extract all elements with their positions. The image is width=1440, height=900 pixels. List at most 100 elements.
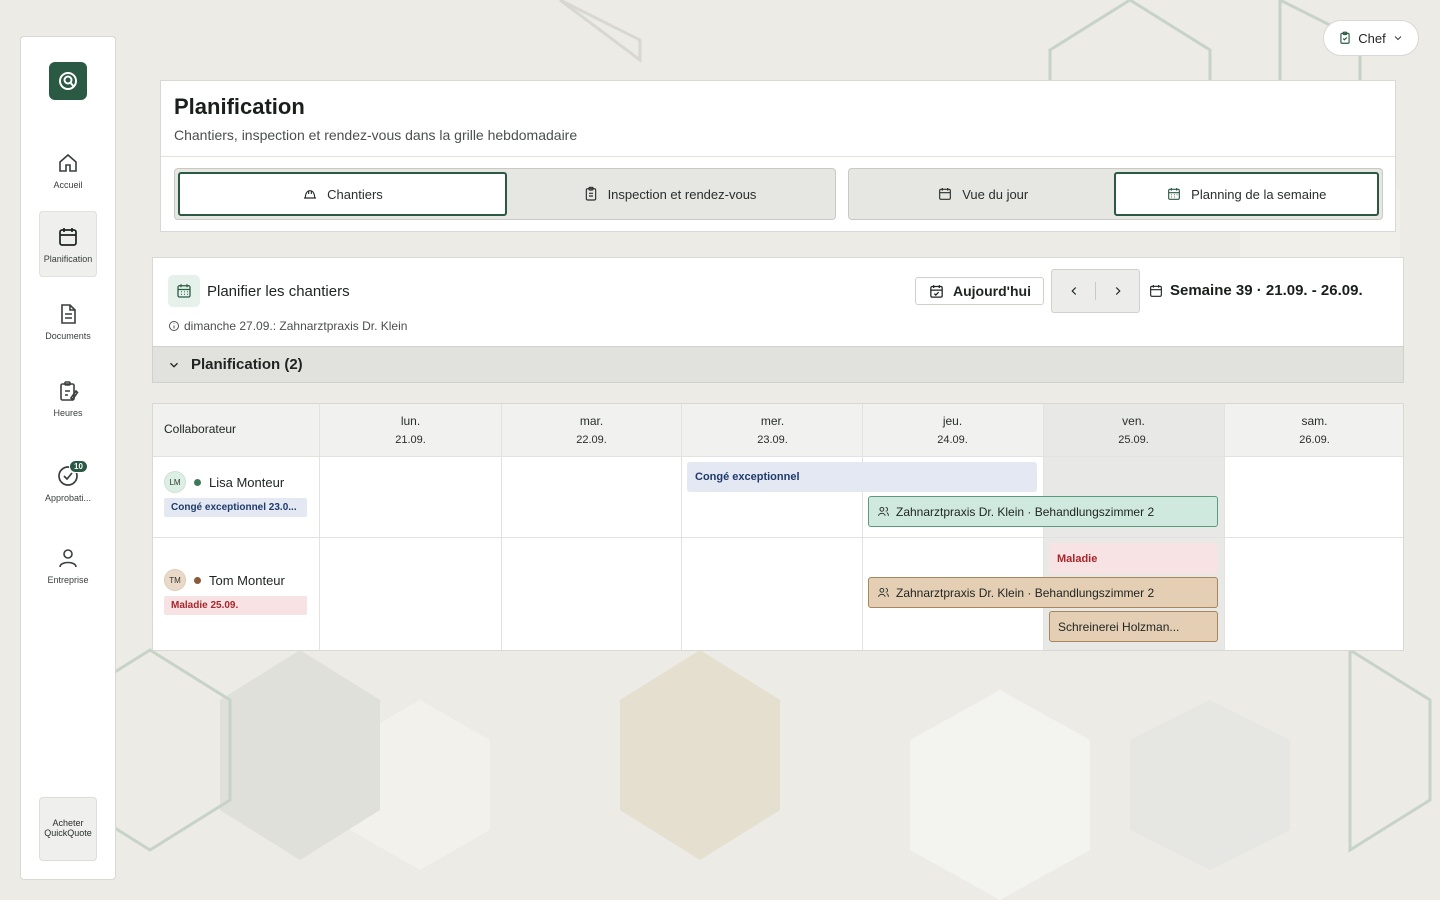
employee-lisa[interactable]: LM Lisa Monteur xyxy=(164,471,284,493)
day-date: 22.09. xyxy=(576,434,607,446)
today-label: Aujourd'hui xyxy=(953,283,1031,299)
collaborator-column-header: Collaborateur xyxy=(164,422,237,436)
previous-week-button[interactable] xyxy=(1052,270,1095,312)
calendar-icon xyxy=(1150,284,1162,297)
day-name: ven. xyxy=(1122,414,1145,428)
sidebar-item-documents[interactable]: Documents xyxy=(39,288,97,354)
work-type-tabs: Chantiers Inspection et rendez-vous xyxy=(174,168,836,220)
day-date: 21.09. xyxy=(395,434,426,446)
calendar-grid-icon xyxy=(177,284,191,298)
buy-quickquote-button[interactable]: Acheter QuickQuote xyxy=(39,797,97,861)
calendar-grid-icon xyxy=(1168,188,1181,200)
event-label: Zahnarztpraxis Dr. Klein · Behandlungszi… xyxy=(896,585,1155,600)
page-subtitle: Chantiers, inspection et rendez-vous dan… xyxy=(174,127,578,143)
employee-tom[interactable]: TM Tom Monteur xyxy=(164,569,285,591)
sidebar-item-label: Entreprise xyxy=(47,574,89,585)
planner-toolbar: Planifier les chantiers dimanche 27.09.:… xyxy=(152,257,1404,383)
day-date: 26.09. xyxy=(1299,434,1330,446)
tab-day-view[interactable]: Vue du jour xyxy=(852,172,1114,216)
day-date: 24.09. xyxy=(937,434,968,446)
sidebar-item-label: Accueil xyxy=(53,179,83,190)
chevron-down-icon xyxy=(170,362,178,368)
approvals-count-badge: 10 xyxy=(69,460,88,473)
day-name: lun. xyxy=(400,414,421,428)
sidebar-item-heures[interactable]: Heures xyxy=(39,365,97,431)
planning-group-header[interactable]: Planification (2) xyxy=(152,346,1404,383)
week-grid: Collaborateur lun. 21.09. mar. 22.09. me… xyxy=(152,403,1404,651)
user-icon xyxy=(59,548,77,567)
day-header-wednesday: mer. 23.09. xyxy=(682,412,863,450)
tab-chantiers[interactable]: Chantiers xyxy=(178,172,507,216)
planner-info-text: dimanche 27.09.: Zahnarztpraxis Dr. Klei… xyxy=(184,319,408,333)
view-mode-tabs: Vue du jour Planning de la semaine xyxy=(848,168,1383,220)
day-name: mar. xyxy=(579,414,604,428)
hard-hat-icon xyxy=(304,190,317,199)
day-date: 25.09. xyxy=(1118,434,1149,446)
site-event[interactable]: Schreinerei Holzman... xyxy=(1049,611,1218,642)
tab-label: Vue du jour xyxy=(962,186,1029,202)
absence-tag: Congé exceptionnel 23.0... xyxy=(164,498,307,517)
day-header-tuesday: mar. 22.09. xyxy=(501,412,682,450)
employee-name: Tom Monteur xyxy=(209,572,285,588)
day-header-thursday: jeu. 24.09. xyxy=(862,412,1043,450)
absence-event-leave[interactable]: Congé exceptionnel xyxy=(687,462,1037,492)
sidebar-item-label: Documents xyxy=(45,330,91,341)
app-logo[interactable] xyxy=(49,62,87,100)
sidebar-item-accueil[interactable]: Accueil xyxy=(39,137,97,203)
next-week-button[interactable] xyxy=(1096,270,1139,312)
tab-week-planning[interactable]: Planning de la semaine xyxy=(1113,172,1379,216)
tab-inspection[interactable]: Inspection et rendez-vous xyxy=(507,172,832,216)
group-label: Planification (2) xyxy=(191,356,303,373)
role-label: Chef xyxy=(1358,30,1386,46)
quickquote-logo-icon xyxy=(59,72,77,90)
event-label: Zahnarztpraxis Dr. Klein · Behandlungszi… xyxy=(896,504,1155,519)
divider xyxy=(161,156,1395,157)
sidebar-item-approbations[interactable]: 10 Approbati... xyxy=(39,450,97,516)
site-event[interactable]: Zahnarztpraxis Dr. Klein · Behandlungszi… xyxy=(868,496,1218,527)
page-header: Planification Chantiers, inspection et r… xyxy=(160,80,1396,232)
week-range[interactable]: Semaine 39 · 21.09. - 26.09. xyxy=(1148,282,1363,299)
site-event[interactable]: Zahnarztpraxis Dr. Klein · Behandlungszi… xyxy=(868,577,1218,608)
tab-label: Chantiers xyxy=(327,186,383,202)
role-dropdown[interactable]: Chef xyxy=(1323,20,1419,56)
users-icon xyxy=(878,587,889,597)
day-name: mer. xyxy=(760,414,785,428)
sidebar-item-label: Heures xyxy=(53,407,83,418)
day-header-friday: ven. 25.09. xyxy=(1043,412,1224,450)
clipboard-edit-icon xyxy=(60,380,79,401)
chevron-right-icon xyxy=(1115,287,1121,295)
calendar-icon xyxy=(939,188,952,200)
day-name: jeu. xyxy=(942,414,963,428)
home-icon xyxy=(59,153,77,172)
chevron-left-icon xyxy=(1070,287,1076,295)
absence-event-sick[interactable]: Maladie xyxy=(1049,543,1218,574)
sidebar-item-entreprise[interactable]: Entreprise xyxy=(39,532,97,598)
clipboard-check-icon xyxy=(1340,31,1350,44)
info-icon xyxy=(169,321,179,331)
tab-label: Planning de la semaine xyxy=(1191,186,1327,202)
row-divider xyxy=(153,456,1403,457)
day-date: 23.09. xyxy=(757,434,788,446)
status-dot xyxy=(194,478,201,486)
document-icon xyxy=(61,303,76,324)
avatar: LM xyxy=(164,471,186,493)
tab-label: Inspection et rendez-vous xyxy=(607,186,757,202)
day-name: sam. xyxy=(1301,414,1328,428)
sidebar-item-label: Planification xyxy=(43,253,93,264)
status-dot xyxy=(194,576,201,584)
day-header-monday: lun. 21.09. xyxy=(320,412,501,450)
sidebar: Accueil Planification Documents Heures 1… xyxy=(20,36,116,880)
planner-title: Planifier les chantiers xyxy=(207,283,350,300)
chevron-down-icon xyxy=(1394,36,1402,41)
sidebar-item-planification[interactable]: Planification xyxy=(39,211,97,277)
calendar-icon xyxy=(59,227,77,246)
week-navigation xyxy=(1051,269,1140,313)
week-range-label: Semaine 39 · 21.09. - 26.09. xyxy=(1170,282,1363,299)
page-title: Planification xyxy=(174,94,305,119)
row-divider xyxy=(153,537,1403,538)
employee-name: Lisa Monteur xyxy=(209,474,285,490)
sidebar-item-label: Approbati... xyxy=(44,492,92,503)
planner-info: dimanche 27.09.: Zahnarztpraxis Dr. Klei… xyxy=(168,319,407,333)
avatar: TM xyxy=(164,569,186,591)
today-button[interactable]: Aujourd'hui xyxy=(915,277,1044,305)
